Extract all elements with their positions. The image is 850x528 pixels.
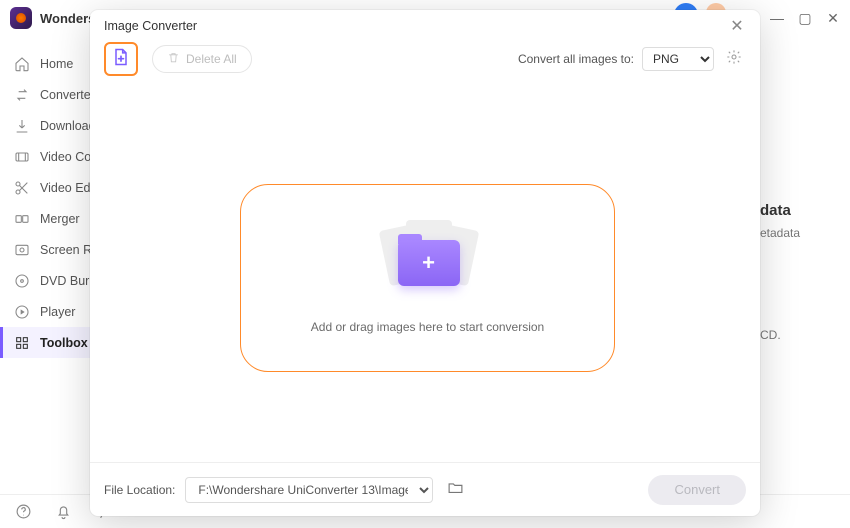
add-file-icon	[111, 47, 131, 72]
sidebar-item-label: Home	[40, 57, 73, 71]
convert-all-label: Convert all images to:	[518, 52, 634, 66]
bg-heading: data	[760, 200, 840, 222]
dropzone-hint: Add or drag images here to start convers…	[311, 320, 544, 334]
settings-button[interactable]	[722, 47, 746, 71]
sidebar-item-label: Merger	[40, 212, 80, 226]
file-location-select[interactable]: F:\Wondershare UniConverter 13\Image Out…	[185, 477, 433, 503]
background-card: data etadata CD.	[760, 200, 840, 346]
sidebar-item-label: Converter	[40, 88, 95, 102]
play-icon	[14, 304, 30, 320]
file-location-label: File Location:	[104, 483, 175, 497]
help-icon[interactable]	[14, 503, 32, 521]
sidebar-item-label: Toolbox	[40, 336, 88, 350]
maximize-button[interactable]: ▢	[798, 11, 812, 25]
bg-line: CD.	[760, 324, 840, 346]
disc-icon	[14, 273, 30, 289]
add-image-button[interactable]	[104, 42, 138, 76]
minimize-button[interactable]: —	[770, 11, 784, 25]
app-logo	[10, 7, 32, 29]
folder-plus-icon: +	[378, 222, 478, 292]
folder-icon	[447, 479, 464, 501]
sidebar-item-label: Player	[40, 305, 75, 319]
grid-icon	[14, 335, 30, 351]
delete-all-label: Delete All	[186, 52, 237, 66]
close-button[interactable]: ✕	[826, 11, 840, 25]
scissors-icon	[14, 180, 30, 196]
dropzone[interactable]: + Add or drag images here to start conve…	[240, 184, 615, 372]
download-icon	[14, 118, 30, 134]
convert-icon	[14, 87, 30, 103]
dialog-close-button[interactable]: ✕	[728, 17, 746, 35]
dialog-title: Image Converter	[104, 19, 197, 33]
merge-icon	[14, 211, 30, 227]
open-folder-button[interactable]	[443, 478, 467, 502]
bg-line: etadata	[760, 222, 840, 244]
convert-button[interactable]: Convert	[648, 475, 746, 505]
trash-icon	[167, 51, 180, 67]
gear-icon	[726, 49, 742, 70]
bell-icon[interactable]	[54, 503, 72, 521]
compress-icon	[14, 149, 30, 165]
home-icon	[14, 56, 30, 72]
image-converter-dialog: Image Converter ✕ Delete All Convert all…	[90, 10, 760, 516]
delete-all-button[interactable]: Delete All	[152, 45, 252, 73]
output-format-select[interactable]: PNG	[642, 47, 714, 71]
record-icon	[14, 242, 30, 258]
